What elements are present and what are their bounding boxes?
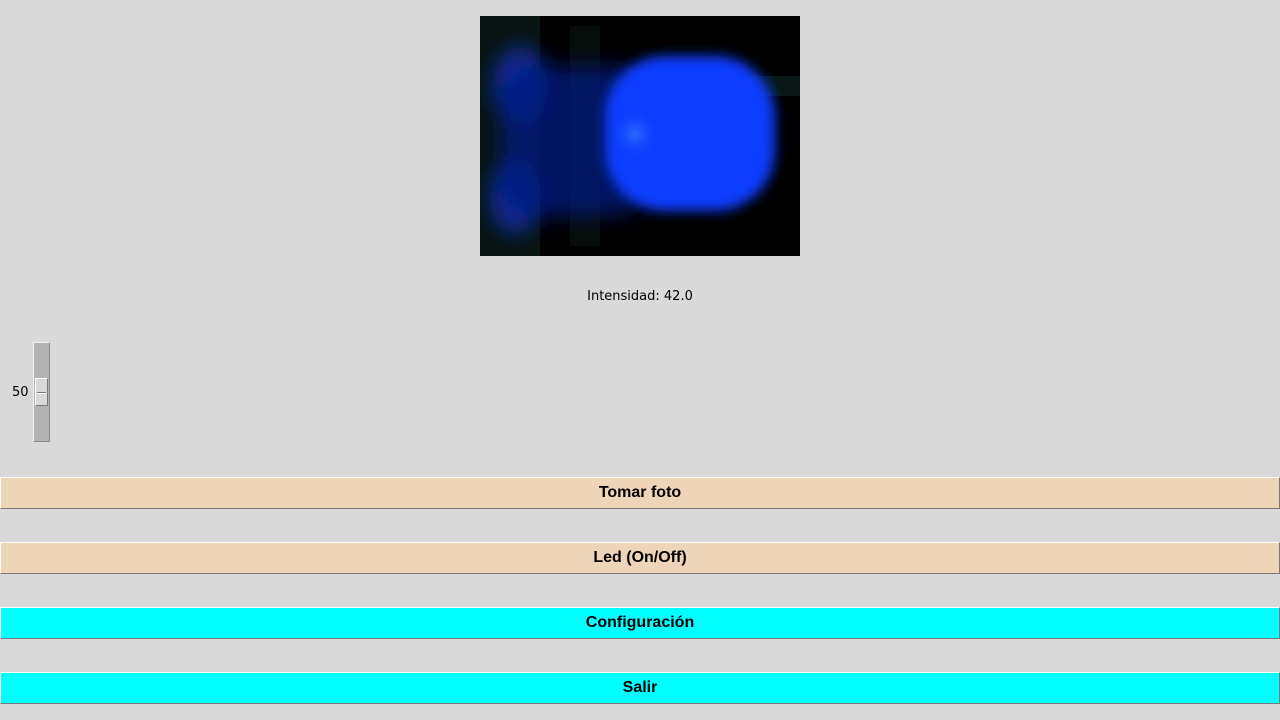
take-photo-button[interactable]: Tomar foto [0,477,1280,509]
app-window: Intensidad: 42.0 50 Tomar foto Led (On/O… [0,0,1280,720]
exit-button[interactable]: Salir [0,672,1280,704]
slider-thumb-grip [37,392,46,394]
led-camera-feed [480,16,800,256]
settings-button[interactable]: Configuración [0,607,1280,639]
slider-value-label: 50 [12,385,29,400]
slider-thumb[interactable] [35,378,48,406]
intensity-label: Intensidad: 42.0 [587,289,693,304]
led-toggle-button[interactable]: Led (On/Off) [0,542,1280,574]
vertical-slider[interactable] [33,342,50,442]
camera-preview [480,16,800,256]
